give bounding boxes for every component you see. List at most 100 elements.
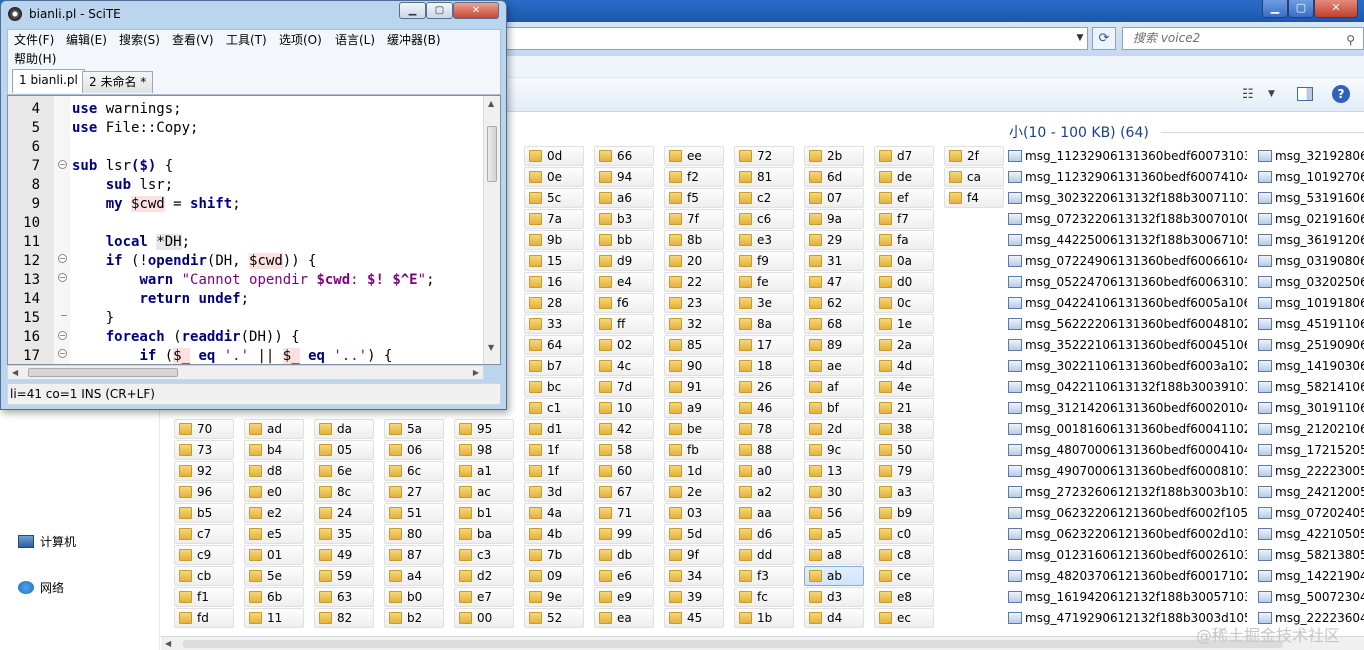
editor-horizontal-scrollbar[interactable]: ◀ ▶ — [7, 365, 484, 380]
menu-help[interactable]: 帮助(H) — [14, 50, 56, 69]
code-editor[interactable]: 4 5 6 7 8 9 10 11 12 13 14 15 16 17 − − − − − use war… — [7, 95, 501, 365]
folder-item[interactable]: d4 — [804, 608, 864, 628]
folder-item[interactable]: 99 — [594, 524, 654, 544]
file-item[interactable]: msg_11232906131360bedf60074104 — [1007, 167, 1247, 187]
folder-item[interactable]: c8 — [874, 545, 934, 565]
horizontal-scrollbar[interactable]: ◀ — [161, 636, 1364, 650]
file-item[interactable]: msg_14190306 — [1257, 356, 1364, 376]
file-item[interactable]: msg_30221106131360bedf6003a102 — [1007, 356, 1247, 376]
folder-item[interactable]: 8a — [734, 314, 794, 334]
folder-item[interactable]: dd — [734, 545, 794, 565]
folder-item[interactable]: 60 — [594, 461, 654, 481]
folder-item[interactable]: 94 — [594, 167, 654, 187]
folder-item[interactable]: 56 — [804, 503, 864, 523]
folder-item[interactable]: a2 — [734, 482, 794, 502]
file-item[interactable]: msg_35222106131360bedf60045106 — [1007, 335, 1247, 355]
menu-view[interactable]: 查看(V) — [172, 31, 214, 50]
folder-item[interactable]: ab — [804, 566, 864, 586]
folder-item[interactable]: 87 — [384, 545, 444, 565]
folder-item[interactable]: 35 — [314, 524, 374, 544]
folder-item[interactable]: af — [804, 377, 864, 397]
search-input[interactable]: 搜索 voice2 ⚲ — [1122, 27, 1364, 50]
vertical-scrollbar[interactable]: ▲ ▼ — [483, 96, 500, 364]
folder-item[interactable]: 38 — [874, 419, 934, 439]
folder-item[interactable]: 2a — [874, 335, 934, 355]
folder-item[interactable]: 79 — [874, 461, 934, 481]
folder-item[interactable]: 72 — [734, 146, 794, 166]
folder-item[interactable]: 50 — [874, 440, 934, 460]
folder-item[interactable]: 17 — [734, 335, 794, 355]
nav-item-computer[interactable]: 计算机 — [18, 532, 76, 552]
folder-item[interactable]: 67 — [594, 482, 654, 502]
file-item[interactable]: msg_0723220613132f188b30070100 — [1007, 209, 1247, 229]
folder-item[interactable]: 27 — [384, 482, 444, 502]
folder-item[interactable]: 2b — [804, 146, 864, 166]
scite-close-button[interactable]: ✕ — [453, 2, 499, 19]
folder-item[interactable]: 05 — [314, 440, 374, 460]
folder-item[interactable]: f1 — [174, 587, 234, 607]
folder-item[interactable]: e6 — [594, 566, 654, 586]
folder-item[interactable]: db — [594, 545, 654, 565]
folder-item[interactable]: d9 — [594, 251, 654, 271]
folder-item[interactable]: 62 — [804, 293, 864, 313]
nav-item-network[interactable]: 网络 — [18, 578, 64, 598]
folder-item[interactable]: e9 — [594, 587, 654, 607]
file-item[interactable]: msg_02191606 — [1257, 209, 1364, 229]
help-icon[interactable]: ? — [1332, 85, 1350, 103]
folder-item[interactable]: 7b — [524, 545, 584, 565]
folder-item[interactable]: 5c — [524, 188, 584, 208]
folder-item[interactable]: e4 — [594, 272, 654, 292]
folder-item[interactable]: c7 — [174, 524, 234, 544]
folder-item[interactable]: d1 — [524, 419, 584, 439]
scroll-up-icon[interactable]: ▲ — [488, 99, 494, 108]
folder-item[interactable]: aa — [734, 503, 794, 523]
scite-title-bar[interactable]: bianli.pl - SciTE ▁ ▢ ✕ — [1, 1, 506, 27]
folder-item[interactable]: 31 — [804, 251, 864, 271]
folder-item[interactable]: 13 — [804, 461, 864, 481]
folder-item[interactable]: 22 — [664, 272, 724, 292]
folder-item[interactable]: 23 — [664, 293, 724, 313]
folder-item[interactable]: fb — [664, 440, 724, 460]
menu-file[interactable]: 文件(F) — [14, 31, 54, 50]
file-item[interactable]: msg_45191106 — [1257, 314, 1364, 334]
refresh-icon[interactable]: ⟳ — [1092, 27, 1116, 50]
group-header[interactable]: 小(10 - 100 KB) (64) — [1009, 122, 1149, 142]
folder-item[interactable]: 9c — [804, 440, 864, 460]
folder-item[interactable]: 03 — [664, 503, 724, 523]
folder-item[interactable]: c1 — [524, 398, 584, 418]
folder-item[interactable]: 78 — [734, 419, 794, 439]
file-item[interactable]: msg_14221904 — [1257, 566, 1364, 586]
folder-item[interactable]: bb — [594, 230, 654, 250]
folder-item[interactable]: f9 — [734, 251, 794, 271]
folder-item[interactable]: 2d — [804, 419, 864, 439]
menu-options[interactable]: 选项(O) — [279, 31, 322, 50]
folder-item[interactable]: be — [664, 419, 724, 439]
scroll-left-icon[interactable]: ◀ — [12, 368, 18, 377]
folder-item[interactable]: 30 — [804, 482, 864, 502]
file-item[interactable]: msg_25190906 — [1257, 335, 1364, 355]
folder-item[interactable]: f5 — [664, 188, 724, 208]
folder-item[interactable]: 2f — [944, 146, 1004, 166]
folder-item[interactable]: a6 — [594, 188, 654, 208]
folder-item[interactable]: e0 — [244, 482, 304, 502]
folder-item[interactable]: 68 — [804, 314, 864, 334]
folder-item[interactable]: 11 — [244, 608, 304, 628]
folder-item[interactable]: ce — [874, 566, 934, 586]
file-item[interactable]: msg_49070006131360bedf60008101 — [1007, 461, 1247, 481]
folder-item[interactable]: c3 — [454, 545, 514, 565]
folder-item[interactable]: 70 — [174, 419, 234, 439]
folder-item[interactable]: 7f — [664, 209, 724, 229]
fold-toggle-icon[interactable]: − — [58, 160, 67, 169]
folder-item[interactable]: fd — [174, 608, 234, 628]
file-item[interactable]: msg_42210505 — [1257, 524, 1364, 544]
file-item[interactable]: msg_10191806 — [1257, 293, 1364, 313]
file-item[interactable]: msg_58213805 — [1257, 545, 1364, 565]
preview-pane-icon[interactable] — [1297, 87, 1313, 101]
menu-language[interactable]: 语言(L) — [335, 31, 375, 50]
tab-bianli[interactable]: 1 bianli.pl — [12, 69, 85, 93]
folder-item[interactable]: 0e — [524, 167, 584, 187]
folder-item[interactable]: 3e — [734, 293, 794, 313]
file-item[interactable]: msg_1619420612132f188b30057103 — [1007, 587, 1247, 607]
folder-item[interactable]: d2 — [454, 566, 514, 586]
scroll-thumb[interactable] — [28, 368, 178, 377]
